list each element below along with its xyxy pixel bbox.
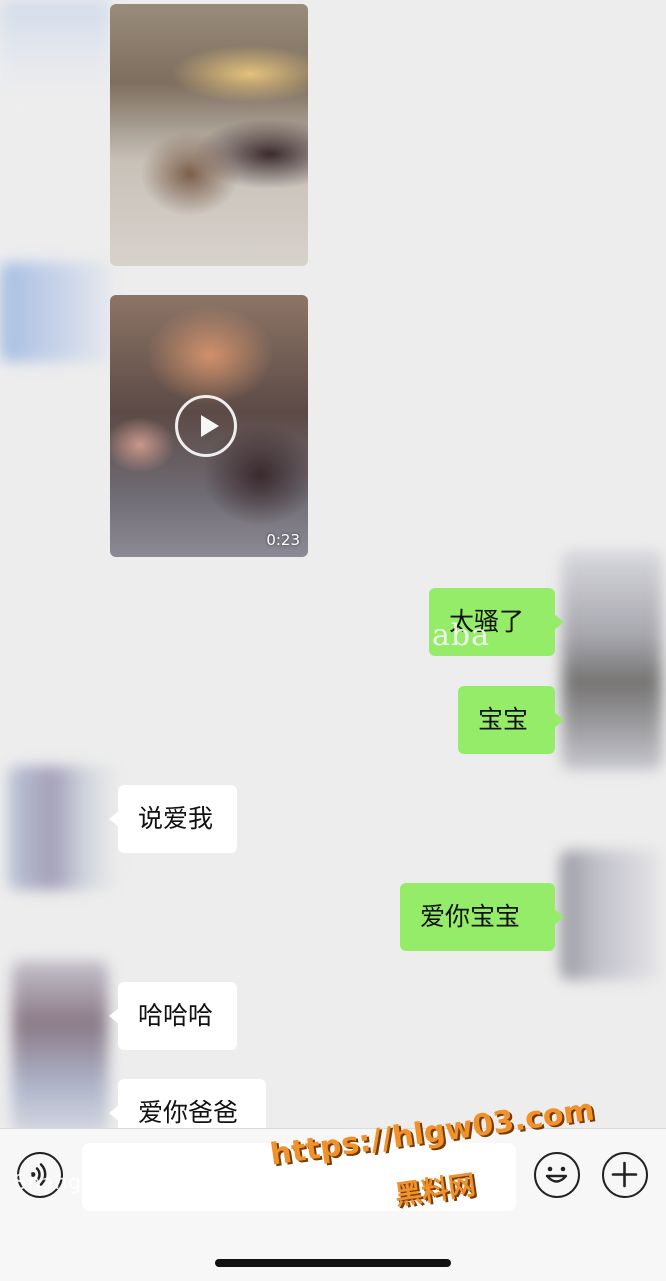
faint-watermark-label: Shang	[14, 1170, 82, 1194]
image-watermark: aba	[432, 618, 490, 653]
sent-message-bubble[interactable]: 爱你宝宝	[400, 883, 564, 951]
received-message-bubble[interactable]: 说爱我	[109, 785, 237, 853]
plus-icon[interactable]	[602, 1152, 648, 1198]
home-indicator[interactable]	[215, 1259, 451, 1267]
received-message-bubble[interactable]: 爱你爸爸	[109, 1079, 266, 1128]
contact-avatar[interactable]	[8, 766, 118, 890]
video-message[interactable]: 0:23	[110, 295, 308, 557]
received-message-bubble[interactable]: 哈哈哈	[109, 982, 237, 1050]
sent-message-bubble[interactable]: 宝宝	[458, 686, 564, 754]
video-duration: 0:23	[266, 531, 300, 549]
emoji-icon[interactable]	[534, 1152, 580, 1198]
contact-avatar[interactable]	[0, 0, 110, 100]
self-avatar[interactable]	[562, 550, 662, 770]
image-message[interactable]	[110, 4, 308, 266]
contact-avatar[interactable]	[12, 960, 108, 1128]
play-icon[interactable]	[175, 395, 237, 457]
chat-area[interactable]: 0:23 太骚了 aba 宝宝 说爱我 爱你宝宝 哈哈哈 爱你爸爸	[0, 0, 666, 1128]
self-avatar[interactable]	[560, 850, 660, 980]
contact-avatar[interactable]	[0, 262, 112, 362]
